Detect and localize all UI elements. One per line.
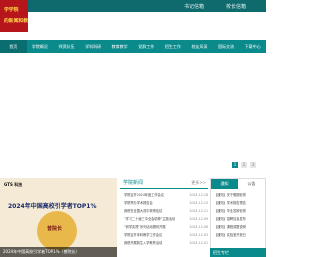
news-list: 学院召开2024年度工作会议 2024-12-18 学院举办学术报告会 2024-12… <box>120 189 208 247</box>
notice-item[interactable]: 【通知】招聘信息发布 <box>214 215 265 223</box>
news-item-title[interactable]: 学院召开本科教学工作会议 <box>120 231 162 239</box>
news-item-date: 2024-12-03 <box>189 233 208 237</box>
nav-item-party[interactable]: 党群工作 <box>133 40 160 53</box>
top-bar: 书记信箱 校长信箱 <box>0 0 266 12</box>
pager-dot-3[interactable]: 3 <box>250 162 256 168</box>
notice-item[interactable]: 【通知】毕业答辩安排 <box>214 207 265 215</box>
news-image-caption: 2024年中国高校引学者TOP1%（曾院长） <box>0 247 117 257</box>
news-item-date: 2024-12-09 <box>189 217 208 221</box>
notice-list: 【通知】关于假期安排 【通知】学术报告预告 【通知】毕业答辩安排 【通知】招聘信息发布… <box>211 189 265 239</box>
secretary-mailbox-link[interactable]: 书记信箱 <box>184 3 204 10</box>
news-image-brand: GTS 科技 <box>4 182 23 187</box>
notice-item[interactable]: 【通知】实验室开放日 <box>214 231 265 239</box>
nav-item-download[interactable]: 下载中心 <box>239 40 266 53</box>
nav-item-about[interactable]: 学院概况 <box>27 40 54 53</box>
news-item-date: 2024-12-01 <box>189 241 208 245</box>
nav-item-faculty[interactable]: 师资队伍 <box>53 40 80 53</box>
admission-column-bar[interactable]: 招生专栏 <box>210 248 266 257</box>
news-item-date: 2024-12-18 <box>189 193 208 197</box>
news-image-caption-text[interactable]: 2024年中国高校引学者TOP1%（曾院长） <box>0 249 80 254</box>
news-item-date: 2024-12-15 <box>189 201 208 205</box>
admission-column-label: 招生专栏 <box>213 250 229 255</box>
news-item-title[interactable]: “学习二十届三中全会精神”主题活动 <box>120 215 175 223</box>
tab-notice[interactable]: 通知 <box>211 179 238 189</box>
banner-pager: 1 2 3 <box>232 162 256 168</box>
nav-item-alumni[interactable]: 校友风采 <box>186 40 213 53</box>
news-item[interactable]: “研学实践”系列活动顺利开展 2024-12-06 <box>120 223 208 231</box>
president-mailbox-link[interactable]: 校长信箱 <box>226 3 246 10</box>
news-item-title[interactable]: 我院开展新生入学教育活动 <box>120 239 162 247</box>
notice-item[interactable]: 【通知】课程调整说明 <box>214 223 265 231</box>
site-logo[interactable]: 学学院 的新闻和教学 <box>0 0 33 32</box>
nav-item-international[interactable]: 国际交流 <box>213 40 240 53</box>
news-item[interactable]: 学院召开本科教学工作会议 2024-12-03 <box>120 231 208 239</box>
news-header: 学院新闻 更多>> <box>120 178 208 189</box>
news-item[interactable]: 我院开展新生入学教育活动 2024-12-01 <box>120 239 208 247</box>
news-item-date: 2024-12-06 <box>189 225 208 229</box>
news-item-date: 2024-12-11 <box>189 209 208 213</box>
tab-announcement[interactable]: 公告 <box>238 179 265 189</box>
news-item-title[interactable]: 我院在全国大赛中获得佳绩 <box>120 207 162 215</box>
logo-text-line1: 学学院 <box>4 8 19 13</box>
notice-tabs: 通知 公告 <box>211 179 265 189</box>
main-nav: 首页 学院概况 师资队伍 学科科研 教育教学 党群工作 招生工作 校友风采 国际… <box>0 40 266 53</box>
nav-item-admission[interactable]: 招生工作 <box>160 40 187 53</box>
news-image-slide[interactable]: GTS 科技 2024年中国高校引学者TOP1% 曾院长 2024年中国高校引学… <box>0 178 117 257</box>
news-panel: 学院新闻 更多>> 学院召开2024年度工作会议 2024-12-18 学院举办学术… <box>120 178 208 257</box>
news-image-badge-text: 曾院长 <box>47 226 63 232</box>
notice-item[interactable]: 【通知】学术报告预告 <box>214 199 265 207</box>
news-item-title[interactable]: 学院召开2024年度工作会议 <box>120 191 164 199</box>
news-item[interactable]: 学院举办学术报告会 2024-12-15 <box>120 199 208 207</box>
pager-dot-2[interactable]: 2 <box>241 162 247 168</box>
notice-panel: 通知 公告 【通知】关于假期安排 【通知】学术报告预告 【通知】毕业答辩安排 【通知】… <box>210 178 266 257</box>
nav-item-home[interactable]: 首页 <box>0 40 27 53</box>
news-image-title: 2024年中国高校引学者TOP1% <box>8 203 97 210</box>
news-item-title[interactable]: “研学实践”系列活动顺利开展 <box>120 223 166 231</box>
top-links: 书记信箱 校长信箱 <box>184 3 246 10</box>
news-item[interactable]: 学院召开2024年度工作会议 2024-12-18 <box>120 191 208 199</box>
nav-item-teaching[interactable]: 教育教学 <box>106 40 133 53</box>
notice-item[interactable]: 【通知】关于假期安排 <box>214 191 265 199</box>
news-heading: 学院新闻 <box>123 180 144 186</box>
news-item[interactable]: 我院在全国大赛中获得佳绩 2024-12-11 <box>120 207 208 215</box>
news-item-title[interactable]: 学院举办学术报告会 <box>120 199 153 207</box>
pager-dot-1[interactable]: 1 <box>232 162 238 168</box>
nav-item-research[interactable]: 学科科研 <box>80 40 107 53</box>
news-item[interactable]: “学习二十届三中全会精神”主题活动 2024-12-09 <box>120 215 208 223</box>
banner-area <box>0 53 266 168</box>
news-image-badge: 曾院长 <box>37 211 77 251</box>
header-strip <box>28 12 266 38</box>
news-more-link[interactable]: 更多>> <box>191 180 206 186</box>
